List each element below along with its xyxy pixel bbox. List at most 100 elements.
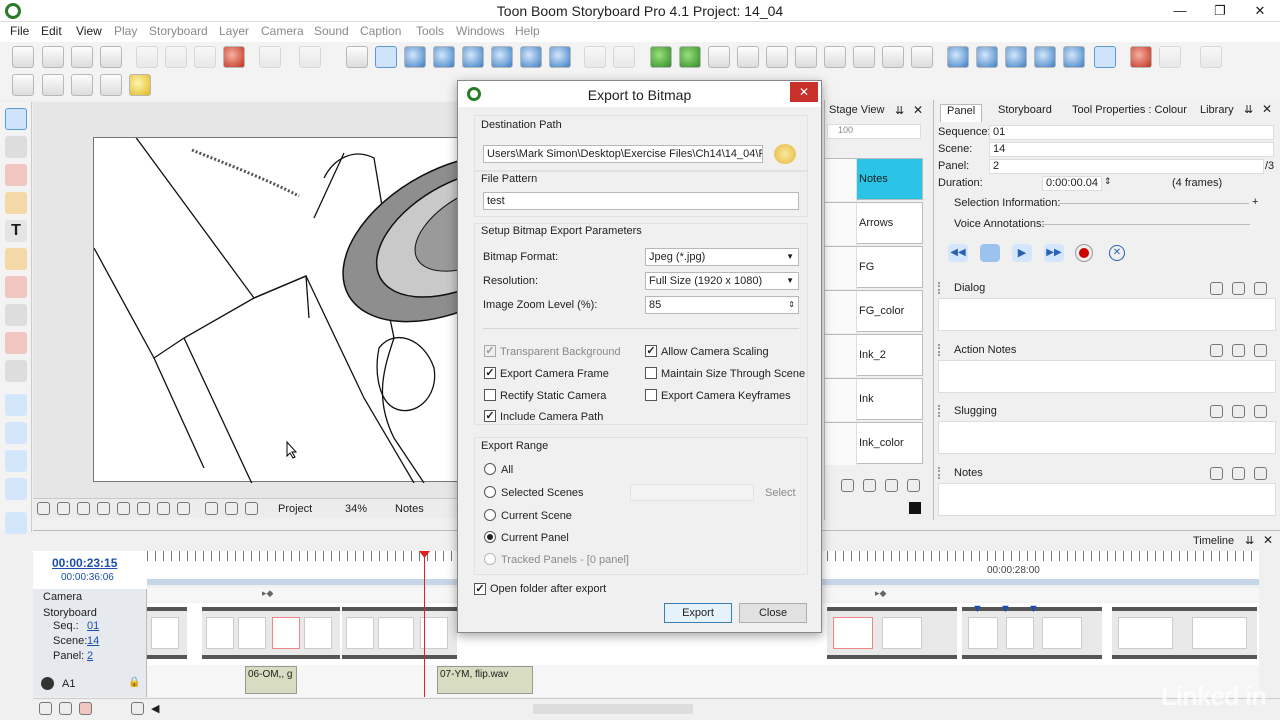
menu-file[interactable]: File [10, 24, 29, 38]
notes-text-area[interactable] [938, 483, 1276, 516]
new-icon[interactable] [12, 46, 34, 68]
record-icon[interactable] [1076, 245, 1092, 261]
keyframe-icon[interactable]: ▸◆ [875, 588, 886, 599]
image-icon[interactable] [157, 502, 170, 515]
menu-view[interactable]: View [76, 24, 102, 38]
paint-tool-icon[interactable] [5, 276, 27, 298]
camera-keyframe-icon[interactable] [5, 450, 27, 472]
browse-folder-icon[interactable] [774, 144, 796, 164]
loop-icon[interactable] [1034, 46, 1056, 68]
opacity-field[interactable]: 100 [827, 124, 921, 139]
close-panel-icon[interactable]: ✕ [1262, 102, 1272, 116]
panel-strip[interactable] [1112, 607, 1257, 659]
horizontal-scrollbar[interactable] [533, 704, 693, 714]
range-selected-scenes-radio[interactable] [484, 486, 496, 498]
panel-strip[interactable] [342, 607, 457, 659]
menu-edit[interactable]: Edit [41, 24, 62, 38]
split-panel-icon[interactable] [795, 46, 817, 68]
file-pattern-input[interactable]: test [483, 192, 799, 210]
fit-view-icon[interactable] [37, 502, 50, 515]
lock-icon[interactable]: 🔒 [128, 677, 140, 688]
export-camera-keyframes-checkbox[interactable] [645, 389, 657, 401]
audio-clip[interactable]: 06-OM,, g [245, 666, 297, 694]
destination-path-input[interactable]: Users\Mark Simon\Desktop\Exercise Files\… [483, 145, 763, 163]
dropper-tool-icon[interactable] [5, 332, 27, 354]
copy-icon[interactable] [165, 46, 187, 68]
maximize-button[interactable]: ❐ [1200, 2, 1240, 20]
export-button[interactable]: Export [664, 603, 732, 623]
extra-tools-icon[interactable] [1200, 46, 1222, 68]
menu-caption[interactable]: Caption [360, 24, 401, 38]
zoom-tool-icon[interactable] [5, 512, 27, 534]
redo-icon[interactable] [299, 46, 321, 68]
minimize-button[interactable]: — [1160, 2, 1200, 20]
menu-help[interactable]: Help [515, 24, 540, 38]
delete-recording-icon[interactable]: ✕ [1109, 245, 1125, 261]
layer-ink[interactable]: Ink [825, 378, 923, 421]
rotate-view-icon[interactable] [613, 46, 635, 68]
frame-outline-icon[interactable] [117, 502, 130, 515]
marker-icon[interactable]: ▼ [1028, 603, 1039, 615]
resolution-select[interactable]: Full Size (1920 x 1080) ▼ [645, 272, 799, 290]
undo-icon[interactable] [259, 46, 281, 68]
rewind-icon[interactable]: ◀◀ [948, 244, 968, 262]
add-bitmap-layer-icon[interactable] [863, 479, 876, 492]
open-icon[interactable] [42, 46, 64, 68]
play-icon[interactable]: ▶ [1012, 244, 1032, 262]
action-notes-text-area[interactable] [938, 360, 1276, 393]
reset-view-icon[interactable] [245, 502, 258, 515]
brush-tool-icon[interactable] [5, 164, 27, 186]
dialog-text-area[interactable] [938, 298, 1276, 331]
menu-windows[interactable]: Windows [456, 24, 505, 38]
tab-timeline[interactable]: Timeline [1193, 535, 1234, 547]
transition-icon[interactable] [911, 46, 933, 68]
view-mode-label[interactable]: Project [278, 503, 312, 515]
stop-icon[interactable] [980, 244, 1000, 262]
panel-menu-icon[interactable]: ⇊ [1244, 103, 1253, 116]
scene-link[interactable]: 14 [87, 635, 99, 647]
close-panel-icon[interactable]: ✕ [913, 103, 923, 117]
pencil-tool-icon[interactable] [5, 192, 27, 214]
menu-storyboard[interactable]: Storyboard [149, 24, 208, 38]
sound-edit-icon[interactable] [882, 46, 904, 68]
layout-icon[interactable] [462, 46, 484, 68]
duration-field[interactable]: 0:00:00.04 [1042, 176, 1102, 191]
lock-layer-icon[interactable] [100, 74, 122, 96]
close-button[interactable]: Close [739, 603, 807, 623]
bitmap-format-select[interactable]: Jpeg (*.jpg) ▼ [645, 248, 799, 266]
seq-link[interactable]: 01 [87, 620, 99, 632]
sound-scrubbing-icon[interactable] [1094, 46, 1116, 68]
join-panel-icon[interactable] [824, 46, 846, 68]
record-icon[interactable] [1130, 46, 1152, 68]
grid-icon[interactable] [404, 46, 426, 68]
scroll-left-icon[interactable]: ◀ [151, 702, 159, 715]
add-layer-icon[interactable] [12, 74, 34, 96]
camera-transform-icon[interactable] [5, 394, 27, 416]
tab-library[interactable]: Library [1194, 104, 1240, 116]
record-audio-icon[interactable] [79, 702, 92, 715]
marker-icon[interactable]: ▼ [1000, 603, 1011, 615]
layer-notes[interactable]: Notes [825, 158, 923, 201]
selection-info-label[interactable]: Selection Information: [954, 197, 1060, 209]
expand-icon[interactable] [1254, 467, 1267, 480]
timeline-menu-icon[interactable] [131, 702, 144, 715]
light-bulb-icon[interactable] [129, 74, 151, 96]
tab-storyboard[interactable]: Storyboard [992, 104, 1058, 116]
marker-icon[interactable]: ▼ [972, 603, 983, 615]
audio-track[interactable]: 06-OM,, g 07-YM, flip.wav [147, 665, 1259, 697]
camera-path-icon[interactable] [5, 422, 27, 444]
light-table-icon[interactable] [375, 46, 397, 68]
camera-frame-icon[interactable] [5, 478, 27, 500]
expand-icon[interactable] [1254, 405, 1267, 418]
range-tracked-panels-radio[interactable] [484, 553, 496, 565]
previous-panel-icon[interactable] [947, 46, 969, 68]
menu-play[interactable]: Play [114, 24, 137, 38]
playhead[interactable] [424, 551, 425, 697]
spinner-icon[interactable]: ⇕ [788, 297, 795, 313]
layer-vector-icon[interactable] [42, 74, 64, 96]
layer-color-swatch[interactable] [909, 502, 921, 514]
close-window-button[interactable]: ✕ [1240, 2, 1280, 20]
tab-tool-properties[interactable]: Tool Properties : Colour [1066, 104, 1193, 116]
tab-stage-view[interactable]: Stage View [829, 104, 884, 116]
eraser-tool-icon[interactable] [5, 248, 27, 270]
